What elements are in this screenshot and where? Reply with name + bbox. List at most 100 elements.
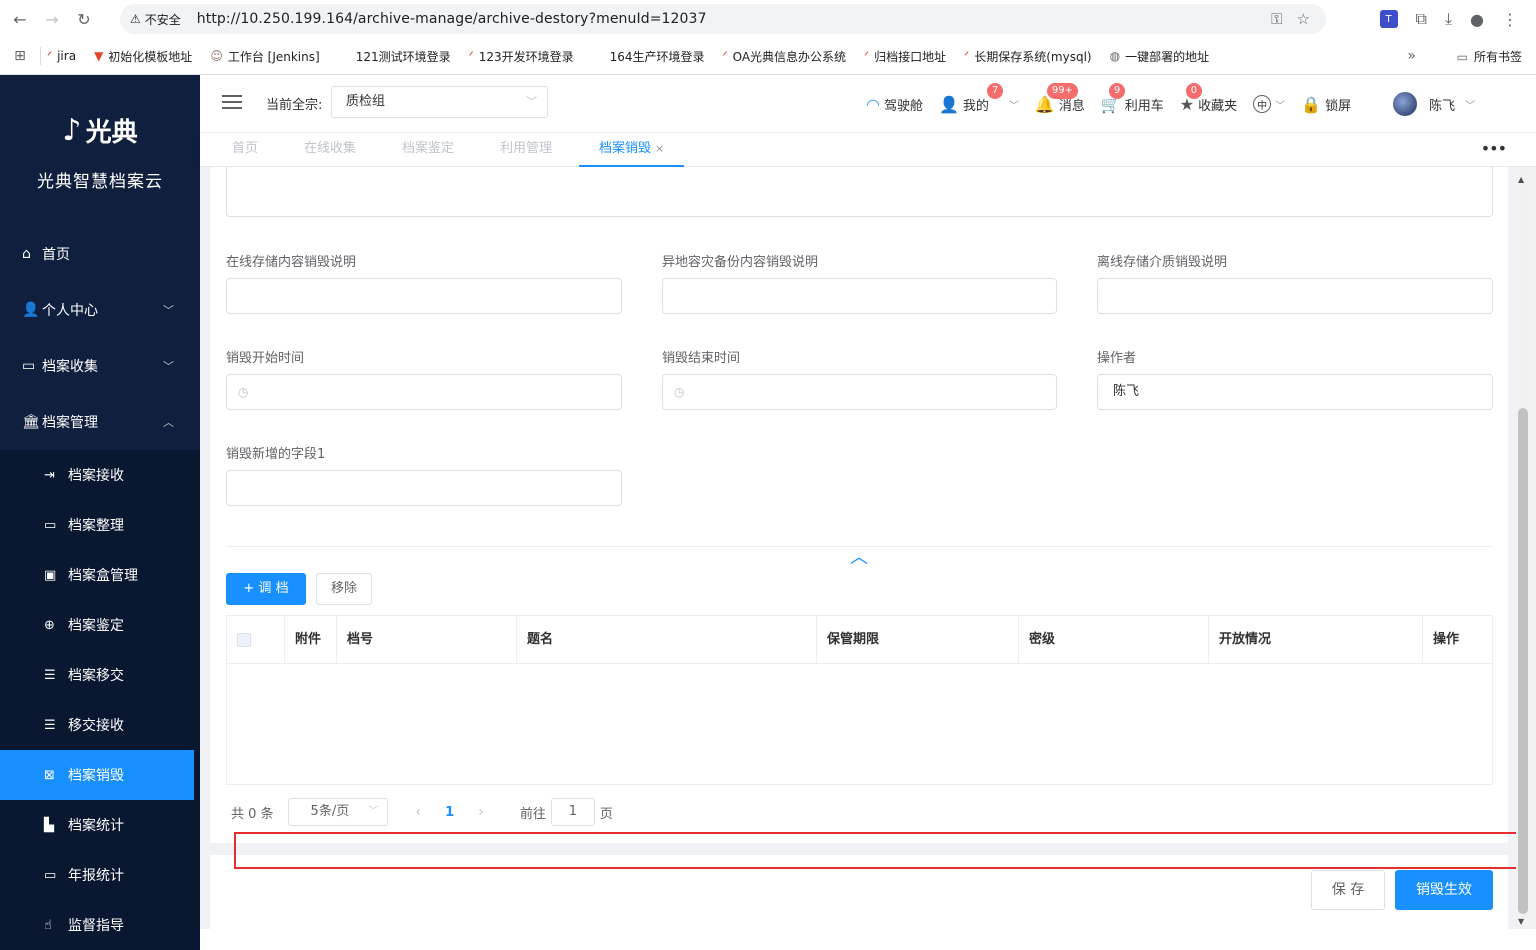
chevron-down-icon: ﹀ [368, 806, 379, 817]
next-page-icon[interactable]: › [478, 804, 484, 820]
confirm-destroy-button[interactable]: 销毁生效 [1395, 870, 1493, 910]
sidebar-item-receive[interactable]: ⇥ 档案接收 [0, 450, 200, 500]
zong-select[interactable]: 质检组 ﹀ [331, 86, 548, 118]
bookmark-item[interactable]: ◍ 一键部署的地址 [1110, 48, 1210, 65]
offline-media-input[interactable] [1097, 278, 1493, 314]
tab-appraisal[interactable]: 档案鉴定 [402, 133, 454, 167]
chevron-down-icon: ﹀ [163, 304, 174, 317]
insecure-indicator[interactable]: ⚠ 不安全 [130, 11, 191, 28]
sidebar-item-supervision[interactable]: ☝ 监督指导 [0, 900, 200, 950]
bookmark-item[interactable]: 121测试环境登录 [356, 48, 451, 65]
all-bookmarks[interactable]: ▭ 所有书签 [1457, 48, 1522, 65]
menu-dots-icon[interactable]: ⋮ [1502, 10, 1518, 29]
offsite-backup-label: 异地容灾备份内容销毁说明 [662, 255, 819, 270]
cockpit-link[interactable]: ◠ 驾驶舱 [866, 95, 923, 114]
bookmark-favicon-icon: ᐟ [47, 49, 53, 63]
profile-icon[interactable]: ● [1470, 10, 1484, 29]
address-bar[interactable]: ⚠ 不安全 http://10.250.199.164/archive-manag… [120, 4, 1326, 34]
puzzle-icon[interactable]: ⧉ [1416, 9, 1427, 29]
page-number[interactable]: 1 [445, 805, 454, 820]
star-icon[interactable]: ☆ [1297, 10, 1310, 28]
remarks-textarea[interactable] [226, 167, 1493, 217]
bookmark-separator [40, 47, 41, 65]
tab-utilization[interactable]: 利用管理 [500, 133, 552, 167]
lock-screen[interactable]: 🔒 锁屏 [1301, 95, 1351, 114]
add-archive-button[interactable]: + 调 档 [226, 573, 306, 605]
cart-link[interactable]: 🛒 利用车 9 [1101, 82, 1164, 114]
start-time-picker[interactable]: ◷ [226, 374, 622, 410]
chevron-right-double-icon[interactable]: » [1407, 48, 1416, 64]
monitor-icon: ▭ [44, 867, 57, 883]
goto-page-input[interactable]: 1 [550, 798, 595, 826]
extension-icon[interactable]: T [1379, 10, 1398, 28]
chevron-up-icon[interactable]: ︿ [849, 549, 869, 567]
end-time-picker[interactable]: ◷ [662, 374, 1057, 410]
bookmark-item[interactable]: ᐟ OA光典信息办公系统 [723, 48, 847, 65]
sidebar-item-transfer[interactable]: ☰ 档案移交 [0, 650, 200, 700]
scroll-down-icon[interactable]: ▼ [1518, 917, 1524, 926]
sidebar-item-home[interactable]: ⌂ 首页 [0, 226, 200, 282]
remove-button[interactable]: 移除 [316, 573, 372, 605]
user-icon: 👤 [22, 302, 40, 318]
chevron-down-icon: ﹀ [1275, 100, 1286, 112]
bookmark-item[interactable]: ᐟ 123开发环境登录 [469, 48, 574, 65]
pagination-total: 共 0 条 [231, 806, 274, 822]
chevron-down-icon: ﹀ [1008, 100, 1019, 112]
chevron-down-icon: ﹀ [1465, 100, 1476, 112]
bookmark-item[interactable]: ᐟ 归档接口地址 [864, 48, 946, 65]
operator-input[interactable]: 陈飞 [1097, 374, 1493, 410]
apps-grid-icon[interactable]: ⊞ [0, 48, 40, 64]
user-icon: 👤 [938, 94, 959, 114]
sidebar-item-organize[interactable]: ▭ 档案整理 [0, 500, 200, 550]
online-storage-input[interactable] [226, 278, 622, 314]
offsite-backup-input[interactable] [662, 278, 1057, 314]
sidebar-item-box[interactable]: ▣ 档案盒管理 [0, 550, 200, 600]
extra-field-input[interactable] [226, 470, 622, 506]
briefcase-icon: ▭ [22, 358, 36, 374]
tab-home[interactable]: 首页 [232, 133, 258, 167]
sidebar-item-appraisal[interactable]: ⊕ 档案鉴定 [0, 600, 200, 650]
favorites-link[interactable]: ★ 收藏夹 0 [1180, 82, 1237, 114]
sidebar-item-collection[interactable]: ▭ 档案收集 ﹀ [0, 338, 200, 394]
forward-icon[interactable]: → [40, 7, 64, 31]
hamburger-icon[interactable] [222, 95, 242, 109]
highlight-box [234, 832, 1528, 869]
chevron-down-icon: ﹀ [526, 95, 537, 108]
bar-chart-icon: ▙ [44, 817, 54, 833]
chevron-down-icon: ﹀ [163, 360, 174, 373]
chevron-up-icon: ︿ [163, 416, 174, 429]
tab-online-collection[interactable]: 在线收集 [304, 133, 356, 167]
bookmark-item[interactable]: ☺ 工作台 [Jenkins] [210, 48, 319, 65]
bookmark-item[interactable]: 164生产环境登录 [610, 48, 705, 65]
scroll-up-icon[interactable]: ▲ [1518, 175, 1524, 184]
bookmark-item[interactable]: ᐟ 长期保存系统(mysql) [964, 48, 1091, 65]
bookmark-favicon-icon: ᐟ [722, 49, 728, 63]
sidebar-item-statistics[interactable]: ▙ 档案统计 [0, 800, 200, 850]
tab-destroy[interactable]: 档案销毁 × [579, 133, 685, 167]
download-icon[interactable]: ⤓ [1445, 9, 1452, 29]
sidebar-item-annual-report[interactable]: ▭ 年报统计 [0, 850, 200, 900]
save-button[interactable]: 保 存 [1311, 870, 1385, 910]
folder-icon: ▭ [44, 517, 57, 533]
scrollbar-thumb[interactable] [1518, 408, 1528, 914]
reload-icon[interactable]: ↻ [72, 7, 96, 31]
sidebar-item-management[interactable]: 🏛 档案管理 ︿ [0, 394, 200, 450]
more-dots-icon[interactable]: ••• [1481, 139, 1507, 158]
sidebar-item-transfer-receive[interactable]: ☰ 移交接收 [0, 700, 200, 750]
language-switch[interactable]: 中 ﹀ [1253, 95, 1285, 113]
key-icon[interactable]: ⚿ [1271, 10, 1282, 28]
user-menu[interactable]: 陈飞 ﹀ [1393, 92, 1475, 116]
sidebar-item-personal[interactable]: 👤 个人中心 ﹀ [0, 282, 200, 338]
sidebar-menu: ⌂ 首页 👤 个人中心 ﹀ ▭ 档案收集 ﹀ 🏛 档案管理 ︿ ⇥ 档案接收 ▭ 档案整理 ▣ 档案… [0, 226, 200, 950]
mine-menu[interactable]: 👤 我的 7 ﹀ [938, 82, 1019, 114]
select-all-checkbox[interactable] [237, 633, 251, 647]
close-icon[interactable]: × [655, 142, 664, 155]
bookmark-item[interactable]: ᐟ jira [47, 49, 76, 63]
bookmark-item[interactable]: ▼ 初始化模板地址 [94, 48, 192, 65]
prev-page-icon[interactable]: ‹ [416, 804, 422, 820]
messages-link[interactable]: 🔔 消息 99+ [1035, 82, 1085, 114]
clock-icon: ◷ [674, 385, 685, 399]
back-icon[interactable]: ← [8, 7, 32, 31]
sidebar-item-destroy[interactable]: ⊠ 档案销毁 [0, 750, 194, 800]
page-size-select[interactable]: 5条/页 ﹀ [287, 798, 388, 826]
